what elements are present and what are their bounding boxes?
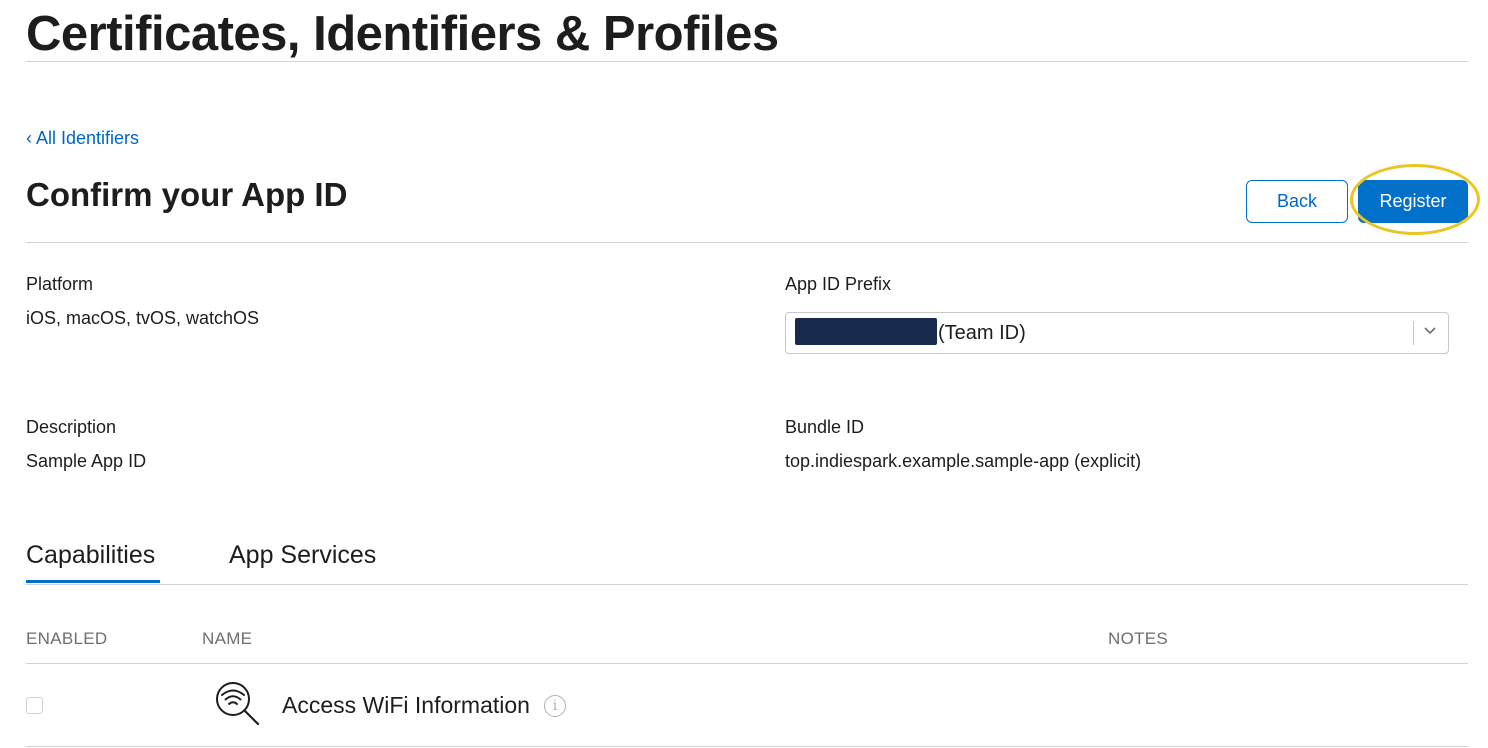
redacted-team-id: [795, 318, 937, 345]
page-title: Certificates, Identifiers & Profiles: [26, 7, 779, 61]
platform-value: iOS, macOS, tvOS, watchOS: [26, 308, 260, 328]
back-button[interactable]: Back: [1246, 180, 1348, 223]
description-label: Description: [26, 417, 117, 437]
chevron-down-icon: [1424, 322, 1436, 338]
description-value: Sample App ID: [26, 451, 147, 471]
register-button[interactable]: Register: [1358, 180, 1468, 223]
column-header-enabled: ENABLED: [26, 629, 108, 648]
platform-label: Platform: [26, 274, 94, 294]
tabs-divider: [26, 584, 1468, 585]
bundle-id-label: Bundle ID: [785, 417, 865, 437]
select-divider: [1413, 321, 1414, 345]
enabled-checkbox[interactable]: [26, 697, 43, 714]
active-tab-indicator: [26, 580, 160, 583]
header-divider: [26, 61, 1468, 62]
tab-capabilities[interactable]: Capabilities: [26, 538, 155, 572]
info-icon[interactable]: i: [544, 695, 566, 717]
bundle-id-value: top.indiespark.example.sample-app (expli…: [785, 451, 1142, 471]
wifi-search-icon: [213, 680, 263, 730]
capability-name: Access WiFi Information: [282, 692, 530, 718]
chevron-left-icon: ‹: [26, 128, 32, 148]
all-identifiers-link-label: All Identifiers: [36, 128, 140, 148]
app-id-prefix-value: (Team ID): [938, 322, 1026, 344]
tab-app-services[interactable]: App Services: [229, 538, 376, 572]
column-header-notes: NOTES: [1108, 629, 1169, 648]
table-header-divider: [26, 663, 1468, 664]
all-identifiers-link[interactable]: ‹ All Identifiers: [26, 128, 139, 149]
app-id-prefix-label: App ID Prefix: [785, 274, 892, 294]
column-header-name: NAME: [202, 629, 253, 648]
section-title: Confirm your App ID: [26, 176, 348, 213]
table-row-divider: [26, 746, 1468, 747]
app-id-prefix-select[interactable]: (Team ID): [785, 312, 1449, 354]
section-divider: [26, 242, 1468, 243]
